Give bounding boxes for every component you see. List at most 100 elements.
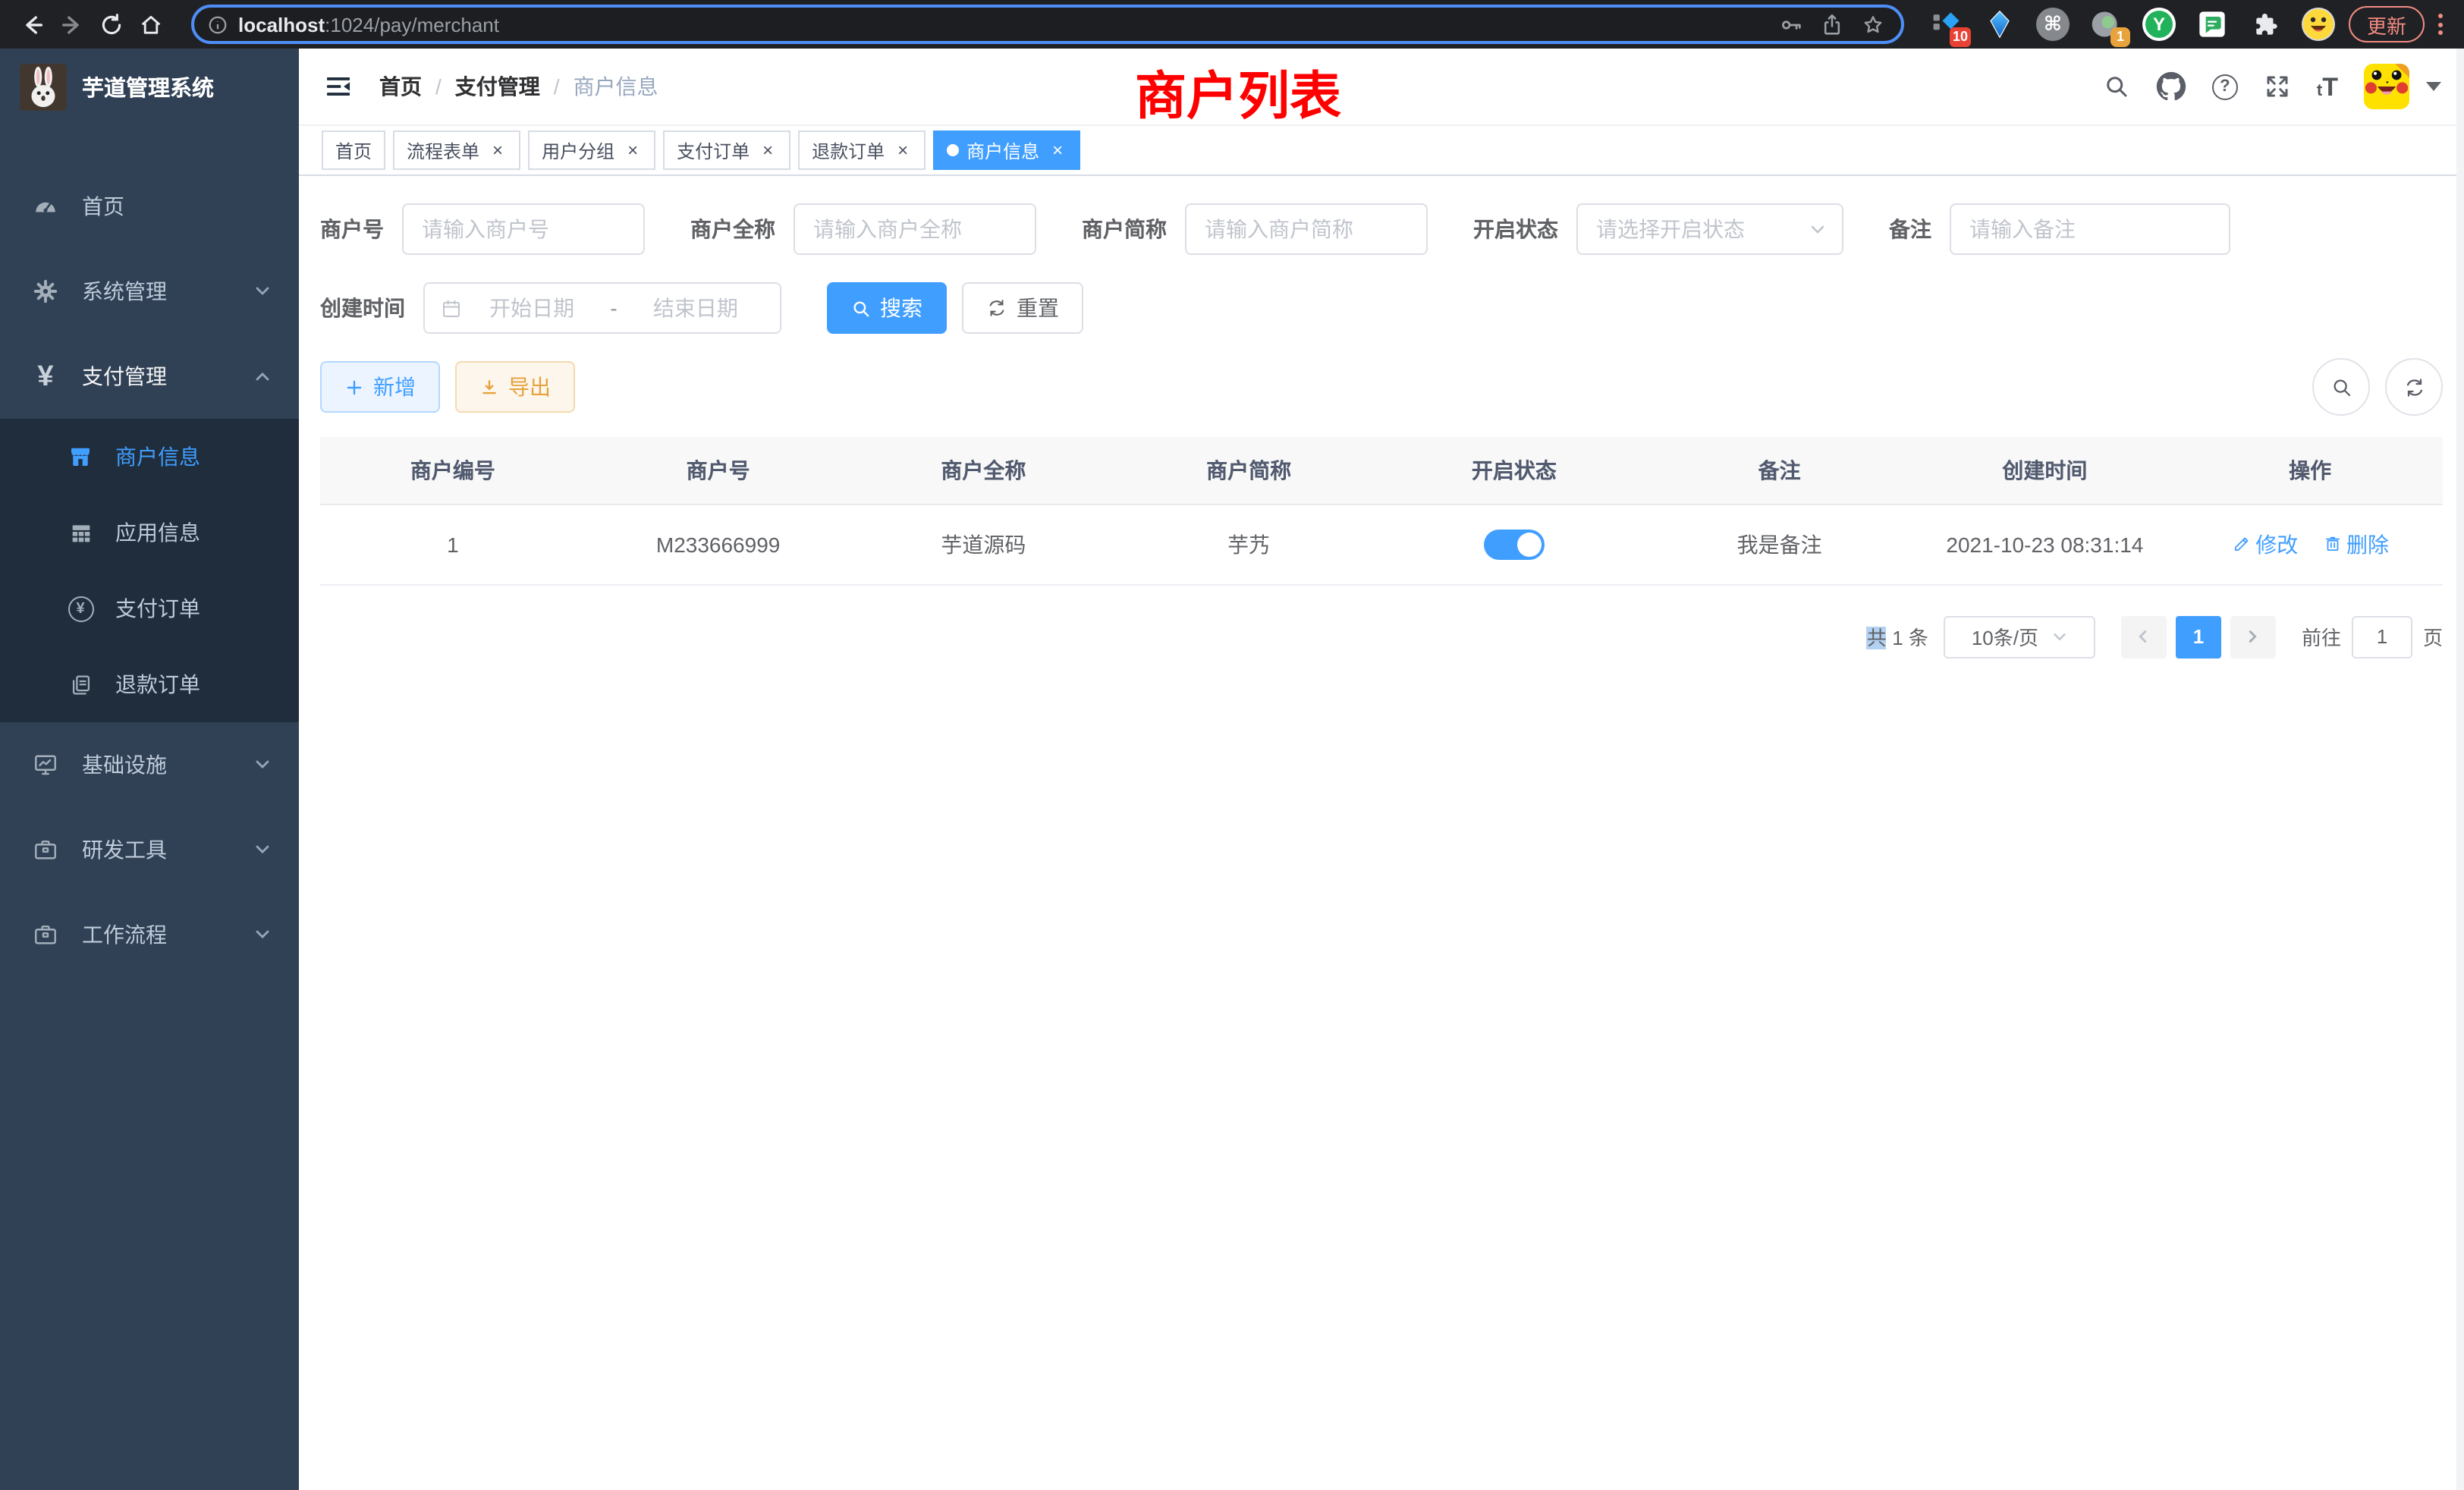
merchant-no-input[interactable] xyxy=(402,203,645,255)
sidebar-logo[interactable]: 芋道管理系统 xyxy=(0,49,299,124)
extension-diamond-icon[interactable]: 10 xyxy=(1928,6,1965,42)
tab-process-form[interactable]: 流程表单× xyxy=(393,130,520,170)
tab-refund-order[interactable]: 退款订单× xyxy=(798,130,926,170)
reload-icon[interactable] xyxy=(91,5,130,44)
sidebar-item-system[interactable]: 系统管理 xyxy=(0,249,299,334)
help-icon[interactable]: ? xyxy=(2212,74,2238,99)
extension-green-square-icon[interactable] xyxy=(2194,6,2230,42)
col-short-name: 商户简称 xyxy=(1116,437,1381,504)
remark-input[interactable] xyxy=(1950,203,2230,255)
fullscreen-icon[interactable] xyxy=(2264,73,2291,100)
show-search-button[interactable] xyxy=(2312,358,2370,416)
user-avatar[interactable] xyxy=(2364,64,2409,109)
refresh-icon xyxy=(2403,376,2425,398)
page-size-select[interactable]: 10条/页 xyxy=(1944,615,2095,658)
sidebar-item-infra[interactable]: 基础设施 xyxy=(0,722,299,807)
reset-button[interactable]: 重置 xyxy=(962,282,1083,334)
cell-merchant-id: 1 xyxy=(320,504,586,584)
cell-actions: 修改 删除 xyxy=(2177,504,2443,584)
sidebar: 芋道管理系统 首页 系统管理 ¥ xyxy=(0,49,299,1490)
extension-y-icon[interactable]: Y xyxy=(2141,6,2177,42)
bookmark-star-icon[interactable] xyxy=(1860,11,1886,37)
delete-button[interactable]: 删除 xyxy=(2322,529,2389,559)
store-icon xyxy=(65,443,96,470)
sidebar-item-workflow[interactable]: 工作流程 xyxy=(0,892,299,977)
pagination: 共 1 条 10条/页 1 前往 xyxy=(320,615,2443,658)
share-icon[interactable] xyxy=(1819,11,1845,37)
sidebar-item-home[interactable]: 首页 xyxy=(0,164,299,249)
tab-pay-order[interactable]: 支付订单× xyxy=(663,130,790,170)
close-icon[interactable]: × xyxy=(1048,141,1067,159)
full-name-input[interactable] xyxy=(794,203,1036,255)
table-toolbar: 新增 导出 xyxy=(320,358,2443,416)
sidebar-item-pay-order[interactable]: ¥ 支付订单 xyxy=(0,571,299,646)
browser-menu-icon[interactable] xyxy=(2428,6,2452,42)
profile-avatar[interactable] xyxy=(2300,6,2337,42)
search-icon[interactable] xyxy=(2103,73,2130,100)
close-icon[interactable]: × xyxy=(624,141,642,159)
trash-icon xyxy=(2322,534,2342,554)
search-button[interactable]: 搜索 xyxy=(827,282,947,334)
avatar-caret-icon[interactable] xyxy=(2426,82,2441,91)
site-info-icon[interactable] xyxy=(206,13,229,36)
tab-merchant-info[interactable]: 商户信息× xyxy=(933,130,1080,170)
extensions-puzzle-icon[interactable] xyxy=(2247,6,2283,42)
forward-icon[interactable] xyxy=(52,5,91,44)
home-icon[interactable] xyxy=(130,5,170,44)
goto-label: 前往 xyxy=(2302,622,2341,651)
extensions-area: 10 ⌘ 1 Y xyxy=(1922,6,2343,42)
sidebar-item-pay[interactable]: ¥ 支付管理 xyxy=(0,334,299,419)
refresh-table-button[interactable] xyxy=(2385,358,2443,416)
next-page-button[interactable] xyxy=(2230,615,2276,658)
short-name-input[interactable] xyxy=(1185,203,1428,255)
tab-user-group[interactable]: 用户分组× xyxy=(528,130,655,170)
close-icon[interactable]: × xyxy=(894,141,912,159)
cell-full-name: 芋道源码 xyxy=(851,504,1117,584)
start-date-placeholder[interactable]: 开始日期 xyxy=(463,293,601,323)
sidebar-item-refund-order[interactable]: 退款订单 xyxy=(0,646,299,722)
sidebar-collapse-icon[interactable] xyxy=(322,70,355,103)
create-time-label: 创建时间 xyxy=(320,293,405,323)
breadcrumb-pay[interactable]: 支付管理 xyxy=(455,71,540,102)
page-number-1[interactable]: 1 xyxy=(2176,615,2221,658)
chevron-down-icon xyxy=(1809,220,1827,238)
calendar-icon xyxy=(440,297,463,319)
close-icon[interactable]: × xyxy=(489,141,507,159)
col-merchant-no: 商户号 xyxy=(586,437,851,504)
sidebar-item-dev-tools[interactable]: 研发工具 xyxy=(0,807,299,892)
edit-button[interactable]: 修改 xyxy=(2231,529,2298,559)
chevron-down-icon xyxy=(253,282,272,300)
close-icon[interactable]: × xyxy=(759,141,777,159)
add-button[interactable]: 新增 xyxy=(320,361,440,413)
logo-rabbit-image xyxy=(20,63,67,110)
create-time-range-picker[interactable]: 开始日期 - 结束日期 xyxy=(423,282,781,334)
extension-command-icon[interactable]: ⌘ xyxy=(2035,6,2071,42)
extension-kite-icon[interactable] xyxy=(1982,6,2018,42)
url-bar[interactable]: localhost:1024/pay/merchant xyxy=(191,5,1904,44)
prev-page-button[interactable] xyxy=(2121,615,2167,658)
page-scrollbar[interactable] xyxy=(2456,49,2464,1490)
password-key-icon[interactable] xyxy=(1778,11,1804,37)
gear-icon xyxy=(30,278,61,305)
goto-page-input[interactable] xyxy=(2352,615,2412,658)
extension-dot-icon[interactable]: 1 xyxy=(2088,6,2124,42)
back-icon[interactable] xyxy=(12,5,52,44)
tab-home[interactable]: 首页 xyxy=(322,130,385,170)
cell-remark: 我是备注 xyxy=(1647,504,1912,584)
end-date-placeholder[interactable]: 结束日期 xyxy=(627,293,765,323)
cell-merchant-no: M233666999 xyxy=(586,504,851,584)
browser-update-button[interactable]: 更新 xyxy=(2349,6,2425,42)
chevron-down-icon xyxy=(253,841,272,859)
font-size-icon[interactable]: tT xyxy=(2317,74,2338,99)
col-actions: 操作 xyxy=(2177,437,2443,504)
chevron-right-icon xyxy=(2245,628,2261,645)
yen-circle-icon: ¥ xyxy=(65,596,96,621)
col-remark: 备注 xyxy=(1647,437,1912,504)
status-select[interactable]: 请选择开启状态 xyxy=(1576,203,1843,255)
sidebar-item-app-info[interactable]: 应用信息 xyxy=(0,495,299,571)
breadcrumb-home[interactable]: 首页 xyxy=(379,71,422,102)
sidebar-item-merchant-info[interactable]: 商户信息 xyxy=(0,419,299,495)
status-toggle[interactable] xyxy=(1484,529,1545,559)
export-button[interactable]: 导出 xyxy=(455,361,575,413)
github-icon[interactable] xyxy=(2156,71,2186,102)
